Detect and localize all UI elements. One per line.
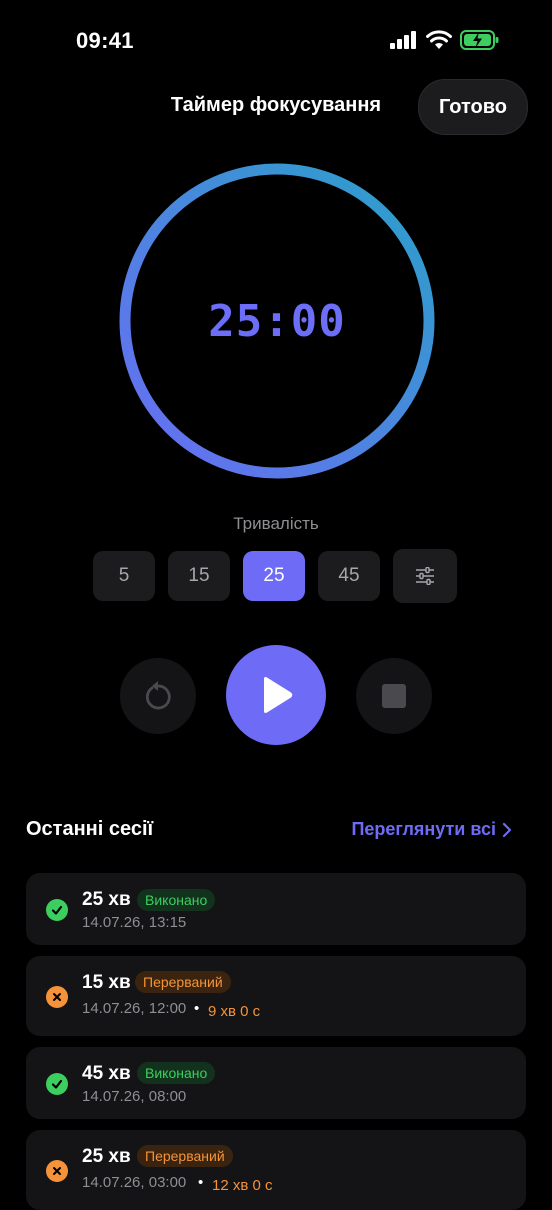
timer-display: 25:00 <box>208 295 346 347</box>
session-duration: 45 хв <box>82 1063 131 1084</box>
play-icon <box>264 677 293 713</box>
session-card[interactable]: 45 хв Виконано 14.07.26, 08:00 <box>26 1047 526 1119</box>
signal-icon <box>390 31 416 49</box>
status-time: 09:41 <box>76 28 134 53</box>
duration-option-25[interactable]: 25 <box>243 551 305 601</box>
session-card[interactable]: 15 хв Перерваний 14.07.26, 12:00 • 9 хв … <box>26 956 526 1036</box>
chevron-right-icon <box>502 822 512 837</box>
session-duration: 25 хв <box>82 889 131 910</box>
wifi-icon <box>426 30 452 49</box>
stop-button[interactable] <box>356 658 432 734</box>
duration-option-15[interactable]: 15 <box>168 551 230 601</box>
status-badge: Виконано <box>137 1062 216 1084</box>
separator-dot: • <box>198 1174 204 1191</box>
duration-options: 5 15 25 45 <box>93 549 457 603</box>
status-badge: Перерваний <box>137 1145 233 1167</box>
reset-icon <box>145 681 171 710</box>
session-date: 14.07.26, 08:00 <box>82 1088 187 1105</box>
duration-label: Тривалість <box>233 514 319 533</box>
session-date: 14.07.26, 13:15 <box>82 914 187 931</box>
x-icon <box>46 1160 68 1182</box>
session-date: 14.07.26, 03:00 <box>82 1174 187 1191</box>
duration-option-5[interactable]: 5 <box>93 551 155 601</box>
play-button[interactable] <box>226 645 326 745</box>
status-icons <box>390 30 500 50</box>
view-all-link[interactable]: Переглянути всі <box>351 819 512 840</box>
session-elapsed: 12 хв 0 с <box>212 1177 273 1194</box>
stop-icon <box>382 684 406 708</box>
check-icon <box>46 899 68 921</box>
done-button[interactable]: Готово <box>418 79 528 135</box>
battery-charging-icon <box>460 30 499 50</box>
session-date: 14.07.26, 12:00 <box>82 1000 187 1017</box>
view-all-label: Переглянути всі <box>351 819 496 839</box>
status-badge: Перерваний <box>135 971 231 993</box>
recent-sessions-title: Останні сесії <box>26 818 154 840</box>
status-badge: Виконано <box>137 889 216 911</box>
session-duration: 25 хв <box>82 1146 131 1167</box>
sliders-icon <box>416 567 434 585</box>
session-duration: 15 хв <box>82 972 131 993</box>
session-card[interactable]: 25 хв Перерваний 14.07.26, 03:00 • 12 хв… <box>26 1130 526 1210</box>
check-icon <box>46 1073 68 1095</box>
session-elapsed: 9 хв 0 с <box>208 1003 261 1020</box>
separator-dot: • <box>194 1000 200 1017</box>
custom-duration-button[interactable] <box>393 549 457 603</box>
session-card[interactable]: 25 хв Виконано 14.07.26, 13:15 <box>26 873 526 945</box>
duration-option-45[interactable]: 45 <box>318 551 380 601</box>
x-icon <box>46 986 68 1008</box>
reset-button[interactable] <box>120 658 196 734</box>
